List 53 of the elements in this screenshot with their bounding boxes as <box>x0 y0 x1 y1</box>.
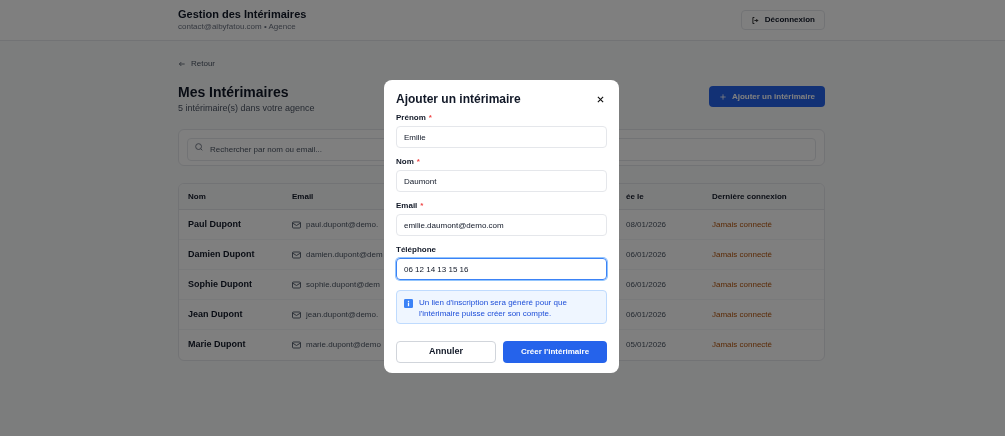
text-field[interactable]: Emilie <box>396 126 607 148</box>
text-field[interactable]: Daumont <box>396 170 607 192</box>
date-cell: 06/01/2026 <box>626 309 667 319</box>
page-title: Mes Intérimaires <box>178 83 290 101</box>
field-label: Email * <box>396 200 425 211</box>
account-info: contact@aibyfatou.com • Agence <box>178 21 297 33</box>
date-cell: 05/01/2026 <box>626 340 667 349</box>
email-cell: paul.dupont@demo. <box>306 218 379 231</box>
field-label: Prénom * <box>396 112 433 123</box>
last-login-cell: Jamais connecté <box>712 249 773 259</box>
page-subtitle: 5 intérimaire(s) dans votre agence <box>178 102 315 115</box>
email-cell: jean.dupont@demo. <box>306 308 379 321</box>
column-header: ée le <box>626 191 644 201</box>
cancel-button[interactable]: Annuler <box>396 341 496 363</box>
name-cell: Sophie Dupont <box>188 278 252 289</box>
date-cell: 06/01/2026 <box>626 249 667 259</box>
field-label: Téléphone <box>396 244 437 255</box>
name-cell: Jean Dupont <box>188 308 243 319</box>
info-text: Un lien d'inscription sera généré pour que l'intérimaire puisse créer son compte. <box>419 297 568 319</box>
info-icon <box>404 299 413 308</box>
arrow-left-icon <box>178 60 186 68</box>
logout-button[interactable]: Déconnexion <box>740 10 825 30</box>
app-title: Gestion des Intérimaires <box>178 7 307 21</box>
name-cell: Paul Dupont <box>188 218 241 229</box>
mail-icon <box>292 220 301 229</box>
date-cell: 06/01/2026 <box>626 279 667 289</box>
plus-icon <box>718 92 727 101</box>
last-login-cell: Jamais connecté <box>712 219 773 229</box>
column-header: Dernière connexion <box>712 191 787 201</box>
text-field[interactable]: 06 12 14 13 15 16 <box>396 258 607 280</box>
logout-icon <box>750 15 760 25</box>
name-cell: Damien Dupont <box>188 248 255 259</box>
mail-icon <box>292 310 301 319</box>
mail-icon <box>292 280 301 289</box>
mail-icon <box>292 341 301 349</box>
field-label: Nom * <box>396 156 421 167</box>
column-header: Email <box>292 191 314 201</box>
search-icon <box>194 141 204 152</box>
mail-icon <box>292 250 301 259</box>
text-field[interactable]: emilie.daumont@demo.com <box>396 214 607 236</box>
date-cell: 08/01/2026 <box>626 219 667 229</box>
name-cell: Marie Dupont <box>188 339 246 350</box>
back-link[interactable]: Retour <box>178 58 825 70</box>
email-cell: marie.dupont@demo <box>306 339 381 351</box>
column-header: Nom <box>188 191 206 201</box>
last-login-cell: Jamais connecté <box>712 279 773 289</box>
email-cell: sophie.dupont@dem <box>306 278 380 291</box>
dialog-title: Ajouter un intérimaire <box>396 91 521 108</box>
submit-button[interactable]: Créer l'intérimaire <box>503 341 607 363</box>
last-login-cell: Jamais connecté <box>712 340 773 349</box>
email-cell: damien.dupont@dem <box>306 248 383 261</box>
last-login-cell: Jamais connecté <box>712 309 773 319</box>
close-icon[interactable] <box>596 94 605 104</box>
